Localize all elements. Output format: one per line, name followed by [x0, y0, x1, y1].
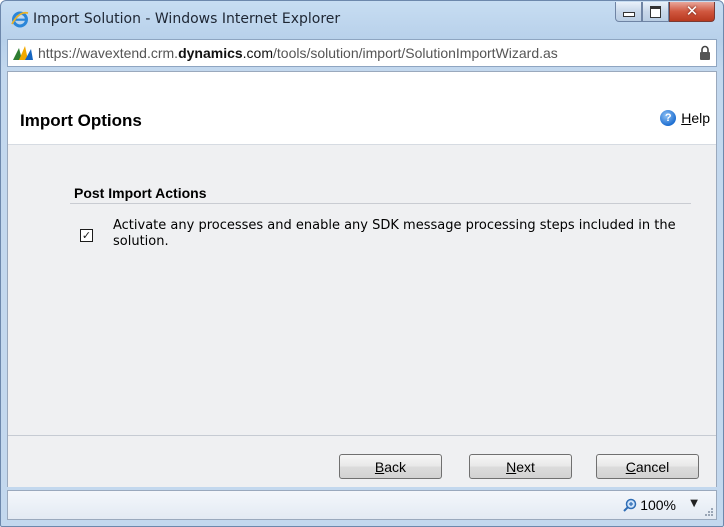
url-tld: .com	[242, 45, 274, 61]
zoom-dropdown-icon[interactable]: ▼	[690, 498, 698, 509]
url-subdomain: wavextend.crm.	[80, 45, 179, 61]
cancel-button[interactable]: Cancel	[596, 454, 699, 479]
page-content: Import Options ? Help Post Import Action…	[7, 71, 717, 487]
close-button[interactable]: ✕	[669, 2, 715, 22]
activate-processes-checkbox[interactable]: ✓	[80, 229, 93, 242]
address-bar[interactable]: https://wavextend.crm.dynamics.com/tools…	[7, 39, 717, 67]
minimize-button[interactable]	[615, 2, 642, 22]
maximize-icon	[650, 5, 661, 18]
status-bar: 100% ▼	[7, 490, 717, 520]
next-button-label: Next	[506, 458, 535, 475]
checkmark-icon: ✓	[81, 229, 92, 242]
page-title: Import Options	[20, 111, 142, 130]
back-button[interactable]: Back	[339, 454, 442, 479]
zoom-level: 100%	[640, 497, 676, 513]
section-divider	[70, 203, 691, 204]
back-button-label: Back	[374, 458, 407, 475]
url-text[interactable]: https://wavextend.crm.dynamics.com/tools…	[38, 45, 694, 61]
browser-window: Import Solution - Windows Internet Explo…	[0, 0, 724, 527]
help-icon: ?	[660, 110, 677, 126]
window-title: Import Solution - Windows Internet Explo…	[33, 11, 341, 27]
zoom-control[interactable]: 100%	[623, 497, 676, 513]
next-button[interactable]: Next	[469, 454, 572, 479]
lock-icon[interactable]	[699, 45, 711, 61]
zoom-magnifier-icon	[623, 498, 637, 512]
page-header: Import Options ? Help	[8, 72, 716, 145]
minimize-icon	[622, 12, 635, 17]
maximize-button[interactable]	[642, 2, 669, 22]
caption-buttons: ✕	[615, 2, 715, 24]
help-link[interactable]: ? Help	[660, 110, 710, 126]
url-domain: dynamics	[178, 45, 243, 61]
dynamics-crm-icon	[13, 46, 33, 60]
internet-explorer-icon	[11, 11, 29, 28]
resize-grip-icon[interactable]	[704, 507, 714, 517]
section-title: Post Import Actions	[74, 185, 207, 201]
url-scheme: https://	[38, 45, 81, 61]
wizard-footer: Back Next Cancel	[8, 435, 716, 487]
close-icon: ✕	[685, 2, 699, 20]
activate-processes-label[interactable]: Activate any processes and enable any SD…	[113, 218, 703, 250]
url-path: /tools/solution/import/SolutionImportWiz…	[273, 45, 558, 61]
cancel-button-label: Cancel	[625, 458, 670, 475]
help-label: Help	[681, 110, 710, 126]
title-bar[interactable]: Import Solution - Windows Internet Explo…	[1, 1, 723, 37]
